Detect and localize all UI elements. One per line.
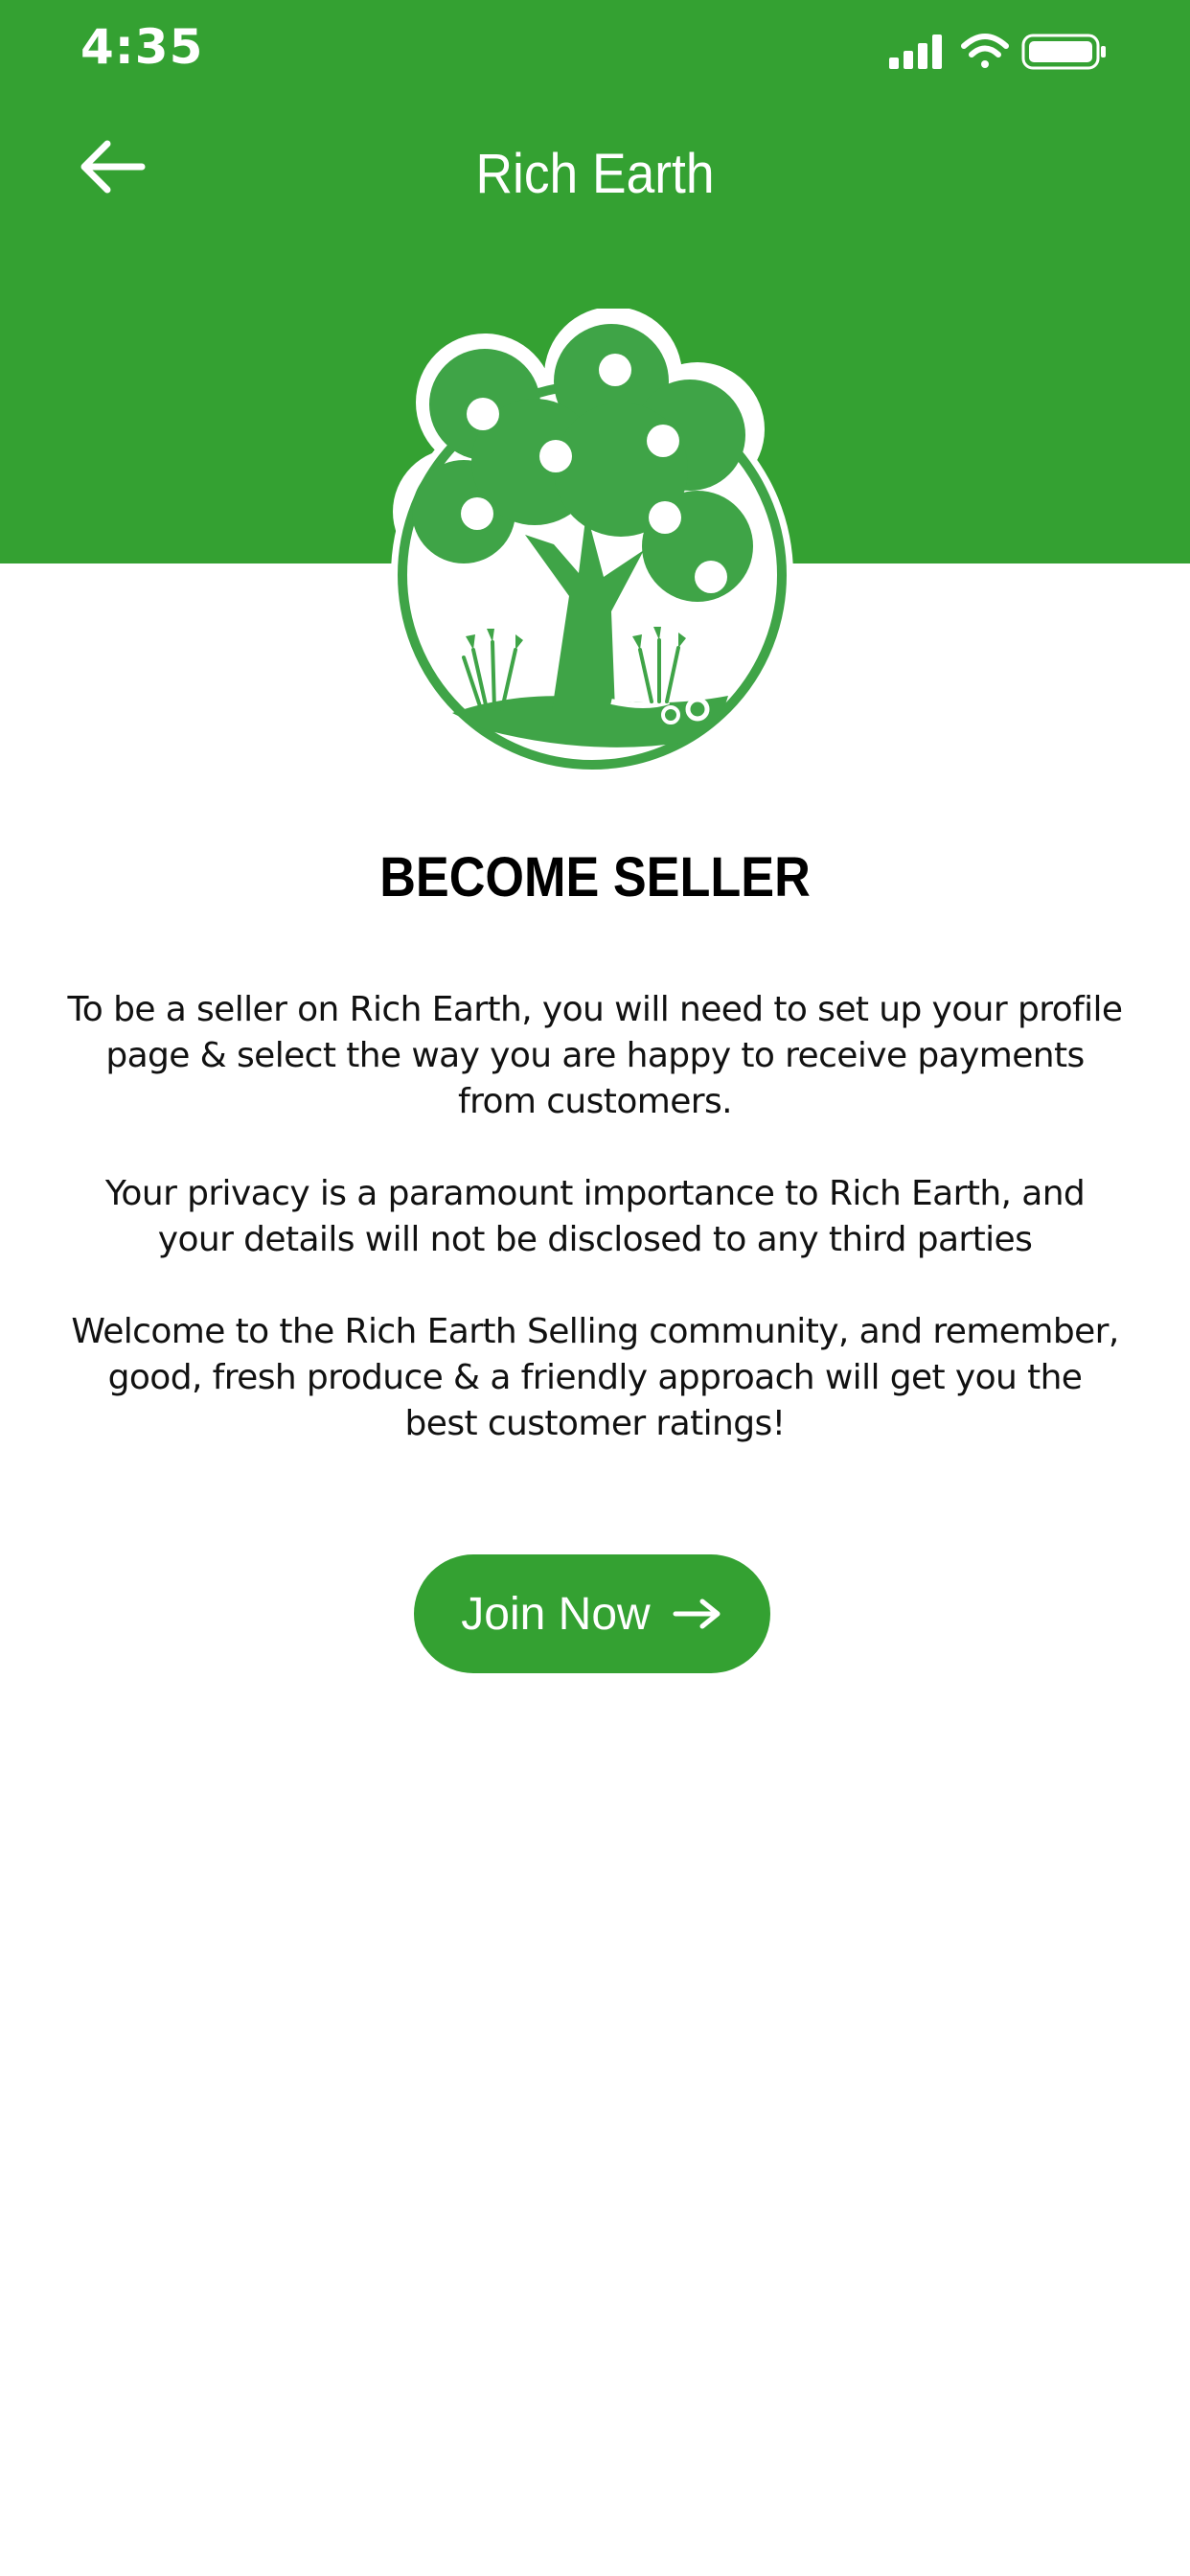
wifi-icon bbox=[961, 34, 1009, 68]
battery-icon bbox=[1021, 34, 1106, 70]
page-heading: BECOME SELLER bbox=[379, 846, 811, 908]
arrow-right-icon bbox=[673, 1598, 721, 1629]
intro-paragraph: To be a seller on Rich Earth, you will n… bbox=[67, 990, 1124, 1121]
cellular-signal-icon bbox=[889, 34, 942, 69]
welcome-paragraph: Welcome to the Rich Earth Selling commun… bbox=[71, 1312, 1119, 1443]
join-now-button[interactable]: Join Now bbox=[414, 1554, 770, 1673]
status-bar-icons bbox=[889, 34, 1106, 70]
app-title: Rich Earth bbox=[475, 143, 715, 205]
status-bar-time: 4:35 bbox=[80, 19, 204, 75]
join-now-label: Join Now bbox=[461, 1588, 651, 1640]
tree-logo-icon bbox=[391, 309, 793, 776]
privacy-paragraph: Your privacy is a paramount importance t… bbox=[104, 1174, 1086, 1259]
